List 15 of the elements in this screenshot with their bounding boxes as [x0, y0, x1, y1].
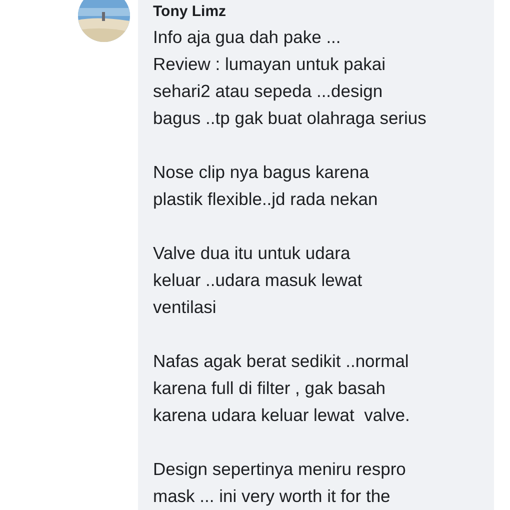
author-name[interactable]: Tony Limz — [153, 2, 477, 22]
comment-text: mask ... ini very worth it for the — [153, 485, 392, 508]
comment-text: sehari2 atau sepeda ...design — [153, 80, 384, 103]
comment-text: Nose clip nya bagus karena — [153, 161, 370, 184]
comment-text: Review : lumayan untuk pakai — [153, 53, 386, 76]
comment-text: ventilasi — [153, 296, 218, 319]
comment-text: bagus ..tp gak buat olahraga serius — [153, 107, 428, 130]
comment-text: keluar ..udara masuk lewat — [153, 269, 364, 292]
comment-text: plastik flexible..jd rada nekan — [153, 188, 379, 211]
comment-text: Valve dua itu untuk udara — [153, 242, 352, 265]
comment-text: Nafas agak berat sedikit ..normal — [153, 350, 410, 373]
comment-text: karena udara keluar lewat valve. — [153, 404, 411, 427]
comment-text: Info aja gua dah pake ... — [153, 26, 342, 49]
comment-text: karena full di filter , gak basah — [153, 377, 386, 400]
comment-text: Design sepertinya meniru respro — [153, 458, 407, 481]
